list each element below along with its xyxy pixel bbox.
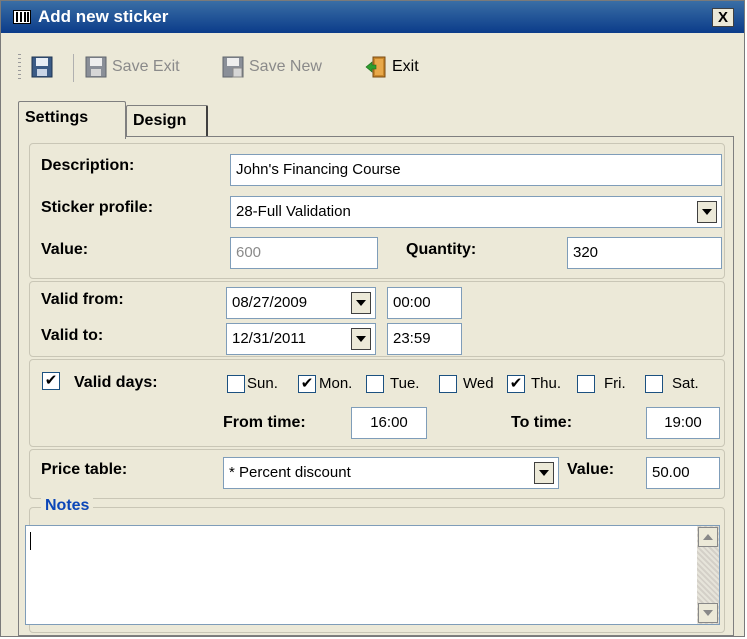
day-label-tue: Tue. — [390, 375, 420, 392]
save-new-label: Save New — [249, 58, 322, 75]
date-dropdown-button[interactable] — [351, 292, 371, 314]
arrow-down-icon — [703, 610, 713, 616]
floppy-disk-icon — [85, 56, 107, 78]
to-time-field[interactable]: 19:00 — [646, 407, 720, 439]
floppy-disk-new-icon — [222, 56, 244, 78]
scroll-down-button[interactable] — [698, 603, 718, 623]
day-label-thu: Thu. — [531, 375, 562, 392]
day-label-sat: Sat. — [672, 375, 699, 392]
text-caret — [30, 532, 31, 550]
valid-from-time-field[interactable]: 00:00 — [387, 287, 462, 319]
price-value-label: Value: — [567, 461, 615, 478]
price-table-value: * Percent discount — [229, 464, 351, 481]
day-label-sun: Sun. — [247, 375, 278, 392]
valid-to-label: Valid to: — [41, 327, 104, 344]
window-title: Add new sticker — [38, 7, 169, 26]
day-checkbox-mon[interactable]: ✔ — [298, 375, 316, 393]
sticker-profile-select[interactable]: 28-Full Validation — [230, 196, 722, 228]
to-time-label: To time: — [511, 414, 573, 431]
tab-settings[interactable]: Settings — [18, 101, 126, 139]
valid-to-time-field[interactable]: 23:59 — [387, 323, 462, 355]
price-table-select[interactable]: * Percent discount — [223, 457, 559, 489]
from-time-field[interactable]: 16:00 — [351, 407, 427, 439]
toolbar-grip[interactable] — [18, 54, 21, 80]
day-checkbox-wed[interactable] — [439, 375, 457, 393]
notes-textarea[interactable] — [25, 525, 720, 625]
sticker-profile-label: Sticker profile: — [41, 199, 154, 216]
close-button[interactable]: X — [712, 8, 734, 27]
day-label-wed: Wed — [463, 375, 494, 392]
valid-from-date: 08/27/2009 — [232, 294, 308, 311]
scroll-up-button[interactable] — [698, 527, 718, 547]
chevron-down-icon — [356, 336, 366, 342]
floppy-disk-icon — [31, 56, 53, 78]
day-checkbox-thu[interactable]: ✔ — [507, 375, 525, 393]
day-label-fri: Fri. — [604, 375, 626, 392]
valid-to-date: 12/31/2011 — [232, 330, 306, 347]
toolbar-separator — [73, 54, 74, 82]
value-label: Value: — [41, 241, 89, 258]
window-icon — [13, 10, 31, 24]
chevron-down-icon — [702, 209, 712, 215]
valid-from-date-picker[interactable]: 08/27/2009 — [226, 287, 376, 319]
quantity-label: Quantity: — [406, 241, 477, 258]
save-button[interactable] — [31, 53, 53, 81]
price-value-field[interactable]: 50.00 — [646, 457, 720, 489]
description-field[interactable]: John's Financing Course — [230, 154, 722, 186]
day-checkbox-tue[interactable] — [366, 375, 384, 393]
valid-days-label: Valid days: — [74, 374, 158, 391]
save-exit-button[interactable]: Save Exit — [85, 53, 180, 81]
sticker-profile-value: 28-Full Validation — [236, 203, 351, 220]
tab-design[interactable]: Design — [126, 105, 208, 137]
chevron-down-icon — [356, 300, 366, 306]
arrow-up-icon — [703, 534, 713, 540]
description-label: Description: — [41, 157, 135, 174]
day-checkbox-sun[interactable] — [227, 375, 245, 393]
title-bar[interactable]: Add new sticker X — [1, 1, 744, 33]
notes-scrollbar[interactable] — [697, 526, 719, 624]
day-label-mon: Mon. — [319, 375, 353, 392]
exit-button[interactable]: Exit — [365, 53, 419, 81]
notes-legend: Notes — [41, 497, 94, 515]
from-time-label: From time: — [223, 414, 306, 431]
day-checkbox-fri[interactable] — [577, 375, 595, 393]
exit-door-icon — [365, 56, 386, 78]
dropdown-button[interactable] — [697, 201, 717, 223]
valid-days-checkbox[interactable]: ✔ — [42, 372, 60, 390]
add-sticker-window: Add new sticker X Save Exit Save New Exi… — [0, 0, 745, 637]
save-exit-label: Save Exit — [112, 58, 180, 75]
price-table-label: Price table: — [41, 461, 128, 478]
exit-label: Exit — [392, 58, 419, 75]
chevron-down-icon — [539, 470, 549, 476]
valid-from-label: Valid from: — [41, 291, 124, 308]
dropdown-button[interactable] — [534, 462, 554, 484]
day-checkbox-sat[interactable] — [645, 375, 663, 393]
value-field: 600 — [230, 237, 378, 269]
quantity-field[interactable]: 320 — [567, 237, 722, 269]
valid-to-date-picker[interactable]: 12/31/2011 — [226, 323, 376, 355]
save-new-button[interactable]: Save New — [222, 53, 322, 81]
date-dropdown-button[interactable] — [351, 328, 371, 350]
toolbar: Save Exit Save New Exit — [1, 34, 744, 94]
validity-dates-group — [29, 281, 725, 357]
